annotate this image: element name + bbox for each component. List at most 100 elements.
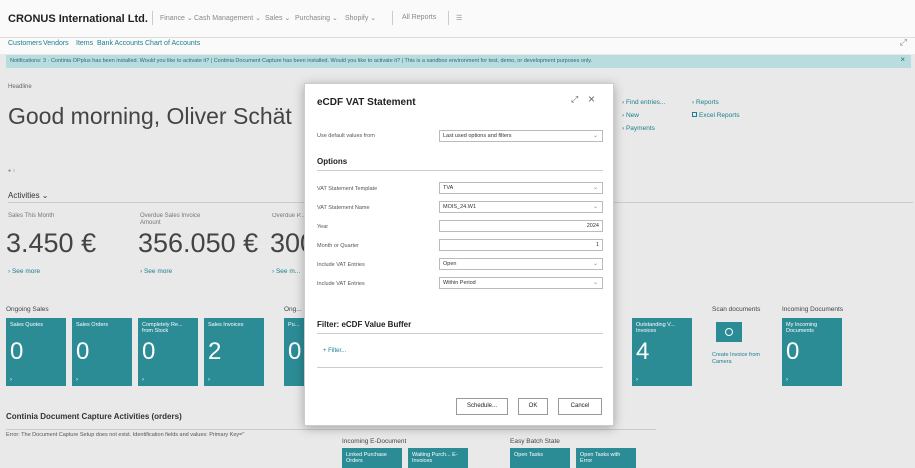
tile-label: Completely Re... from Stock — [142, 322, 183, 334]
kpi-see-more-link[interactable]: › See more — [8, 268, 40, 275]
link-bank-accounts[interactable]: Bank Accounts — [97, 40, 143, 47]
tile-arrow-icon: › — [636, 377, 638, 383]
tile-label: My Incoming Documents — [786, 322, 818, 334]
vat-statement-template-select[interactable]: TVA ⌄ — [439, 182, 603, 194]
tile-value: 0 — [10, 338, 24, 365]
notification-close-icon[interactable]: × — [900, 55, 905, 64]
field-value: Open — [443, 261, 457, 267]
kpi-label: Sales This Month — [8, 213, 55, 219]
field-value: MOIS_24.W1 — [443, 204, 477, 210]
greeting-text: Good morning, Oliver Schät — [8, 103, 292, 129]
tile-waiting-purchase-e-invoices[interactable]: Waiting Purch... E-Invoices — [408, 448, 468, 468]
activities-title[interactable]: Activities ⌄ — [8, 191, 49, 200]
notification-text[interactable]: Notifications: 3 · Continia OPplus has b… — [10, 58, 870, 64]
tile-purchase[interactable]: Pu... 0 — [284, 318, 304, 386]
divider — [317, 367, 603, 368]
tile-my-incoming-documents[interactable]: My Incoming Documents 0 › — [782, 318, 842, 386]
field-label: Year — [317, 224, 329, 230]
tile-outstanding-vendor-invoices[interactable]: Outstanding V... Invoices 4 › — [632, 318, 692, 386]
ok-button[interactable]: OK — [518, 398, 548, 415]
section-title-ongoing-purchases: Ong... — [284, 306, 302, 313]
default-values-value: Last used options and filters — [443, 133, 512, 139]
excel-icon — [692, 112, 697, 117]
action-reports[interactable]: › Reports — [692, 99, 719, 106]
camera-icon[interactable] — [716, 322, 742, 342]
kpi-value[interactable]: 3.450 € — [6, 228, 96, 259]
tile-value: 4 — [636, 338, 650, 365]
filter-section-title[interactable]: Filter: eCDF Value Buffer — [317, 320, 411, 329]
nav-cash-management[interactable]: Cash Management ⌄ — [194, 14, 261, 22]
section-title-scan-documents: Scan documents — [712, 306, 761, 313]
company-name[interactable]: CRONUS International Ltd. — [8, 13, 148, 25]
field-label: Month or Quarter — [317, 243, 359, 249]
action-payments[interactable]: › Payments — [622, 125, 655, 132]
link-items[interactable]: Items — [76, 40, 93, 47]
expand-dialog-icon[interactable]: ⤢ — [571, 94, 578, 105]
tile-sales-orders[interactable]: Sales Orders 0 › — [72, 318, 132, 386]
include-vat-entries-period-select[interactable]: Within Period ⌄ — [439, 277, 603, 289]
nav-shopify[interactable]: Shopify ⌄ — [345, 14, 376, 22]
cancel-button[interactable]: Cancel — [558, 398, 602, 415]
continia-error-text: Error: The Document Capture Setup does n… — [6, 432, 245, 438]
tile-sales-invoices[interactable]: Sales Invoices 2 › — [204, 318, 264, 386]
tile-label: Waiting Purch... E-Invoices — [412, 452, 458, 464]
action-find-entries[interactable]: › Find entries... — [622, 99, 665, 106]
nav-all-reports[interactable]: All Reports — [402, 14, 436, 21]
tile-sales-quotes[interactable]: Sales Quotes 0 › — [6, 318, 66, 386]
expand-icon[interactable]: ⤢ — [900, 37, 907, 48]
section-title-incoming-e-document: Incoming E-Document — [342, 438, 407, 445]
camera-lens — [725, 328, 733, 336]
chevron-down-icon: ⌄ — [592, 185, 598, 191]
kpi-value[interactable]: 300 — [270, 228, 304, 259]
kpi-see-more-link[interactable]: › See m... — [272, 268, 304, 275]
nav-separator — [392, 11, 393, 25]
section-title-incoming-documents: Incoming Documents — [782, 306, 844, 313]
tile-arrow-icon: › — [786, 377, 788, 383]
nav-sales[interactable]: Sales ⌄ — [265, 14, 290, 22]
headline-pager[interactable]: ● ○ — [8, 168, 15, 174]
action-excel-reports[interactable]: Excel Reports — [692, 112, 739, 119]
nav-menu-icon[interactable]: ☰ — [456, 14, 462, 22]
tile-arrow-icon: › — [10, 377, 12, 383]
vat-statement-name-select[interactable]: MOIS_24.W1 ⌄ — [439, 201, 603, 213]
link-vendors[interactable]: Vendors — [43, 40, 69, 47]
section-title-easy-batch-state: Easy Batch State — [510, 438, 560, 445]
month-or-quarter-input[interactable]: 1 — [439, 239, 603, 251]
options-section-title[interactable]: Options — [317, 157, 347, 166]
tile-linked-purchase-orders[interactable]: Linked Purchase Orders — [342, 448, 402, 468]
year-input[interactable]: 2024 — [439, 220, 603, 232]
create-invoice-from-camera-link[interactable]: Create Invoice from Camera — [712, 352, 764, 366]
kpi-label: Overdue P... Amount — [272, 213, 304, 219]
field-label: VAT Statement Name — [317, 205, 370, 211]
chevron-down-icon: ⌄ — [592, 133, 598, 139]
nav-finance[interactable]: Finance ⌄ — [160, 14, 193, 22]
tile-label: Outstanding V... Invoices — [636, 322, 675, 334]
kpi-see-more-link[interactable]: › See more — [140, 268, 172, 275]
dialog-title: eCDF VAT Statement — [317, 97, 416, 108]
include-vat-entries-select[interactable]: Open ⌄ — [439, 258, 603, 270]
link-chart-of-accounts[interactable]: Chart of Accounts — [145, 40, 200, 47]
link-customers[interactable]: Customers — [8, 40, 42, 47]
nav-purchasing[interactable]: Purchasing ⌄ — [295, 14, 338, 22]
action-new[interactable]: › New — [622, 112, 639, 119]
headline-label: Headline — [8, 84, 32, 90]
field-label: VAT Statement Template — [317, 186, 378, 192]
tile-label: Open Tasks with Error — [580, 452, 621, 464]
default-values-label: Use default values from — [317, 133, 375, 139]
field-label: Include VAT Entries — [317, 281, 365, 287]
tile-label: Sales Invoices — [208, 322, 244, 328]
kpi-value[interactable]: 356.050 € — [138, 228, 258, 259]
tile-label: Linked Purchase Orders — [346, 452, 387, 464]
close-icon[interactable]: × — [588, 92, 595, 106]
tile-arrow-icon: › — [76, 377, 78, 383]
tile-open-tasks-with-error[interactable]: Open Tasks with Error — [576, 448, 636, 468]
tile-value: 0 — [142, 338, 156, 365]
add-filter-link[interactable]: + Filter... — [323, 348, 346, 354]
tile-completely-reserved[interactable]: Completely Re... from Stock 0 › — [138, 318, 198, 386]
tile-label: Open Tasks — [514, 452, 543, 458]
chevron-down-icon: ⌄ — [592, 280, 598, 286]
schedule-button[interactable]: Schedule... — [456, 398, 508, 415]
default-values-select[interactable]: Last used options and filters ⌄ — [439, 130, 603, 142]
tile-label: Sales Quotes — [10, 322, 44, 328]
tile-open-tasks[interactable]: Open Tasks — [510, 448, 570, 468]
